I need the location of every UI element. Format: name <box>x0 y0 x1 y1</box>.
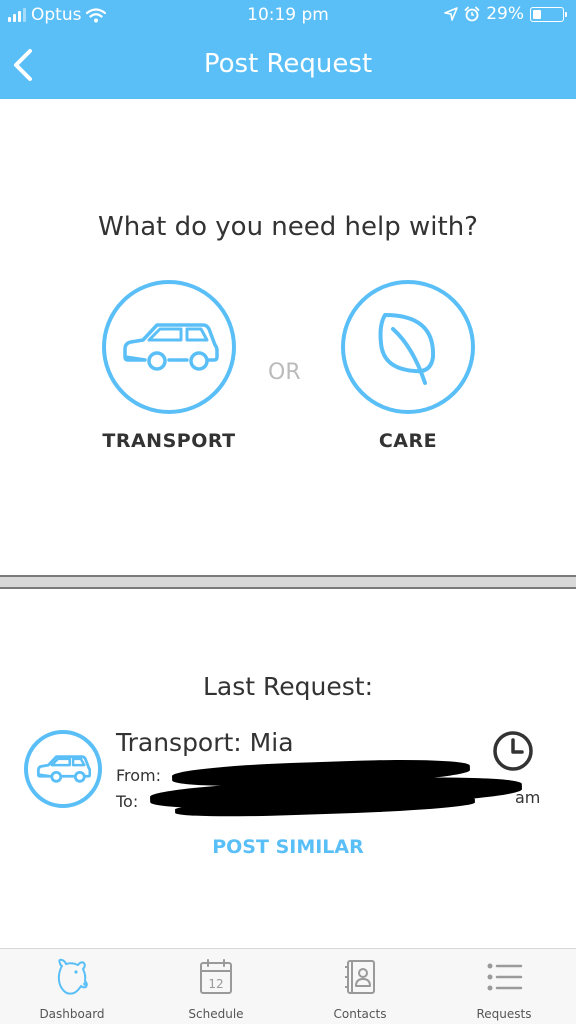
transport-label: TRANSPORT <box>102 430 236 452</box>
car-icon <box>123 323 219 371</box>
calendar-icon: 12 <box>200 959 232 994</box>
battery-percent: 29% <box>486 4 524 24</box>
battery-level <box>533 9 541 19</box>
contacts-book-icon <box>345 960 375 994</box>
tab-schedule-label: Schedule <box>188 1007 244 1021</box>
tab-schedule[interactable]: 12 Schedule <box>144 949 288 1024</box>
last-request-from-label: From: <box>116 766 162 785</box>
transport-option[interactable]: TRANSPORT <box>79 280 259 452</box>
page-title: Post Request <box>203 49 373 79</box>
nav-bar: Post Request <box>0 32 576 99</box>
last-request-transport-icon <box>24 730 102 808</box>
post-similar-button[interactable]: POST SIMILAR <box>0 836 576 858</box>
tab-contacts[interactable]: Contacts <box>288 949 432 1024</box>
tab-requests-label: Requests <box>476 1007 532 1021</box>
alarm-icon <box>464 6 480 22</box>
list-icon <box>487 963 523 991</box>
tab-requests[interactable]: Requests <box>432 949 576 1024</box>
care-option[interactable]: CARE <box>318 280 498 452</box>
battery-icon <box>530 6 567 22</box>
help-question: What do you need help with? <box>98 212 478 242</box>
care-circle <box>341 280 475 414</box>
clock-icon <box>493 731 533 771</box>
calendar-date: 12 <box>208 977 223 991</box>
tab-contacts-label: Contacts <box>333 1007 387 1021</box>
transport-circle <box>102 280 236 414</box>
or-separator: OR <box>268 360 301 385</box>
bear-icon <box>57 958 88 995</box>
status-right: 29% <box>444 4 567 24</box>
care-label: CARE <box>378 430 438 452</box>
leaf-icon <box>378 313 436 385</box>
location-arrow-icon <box>444 7 459 21</box>
status-bar: Optus 10:19 pm 29% <box>0 0 576 32</box>
section-divider <box>0 575 576 589</box>
last-request-to-label: To: <box>116 792 139 811</box>
tab-dashboard-label: Dashboard <box>39 1007 105 1021</box>
car-icon <box>36 755 91 783</box>
last-request-title: Transport: Mia <box>116 728 294 757</box>
tab-dashboard[interactable]: Dashboard <box>0 949 144 1024</box>
tab-bar: Dashboard 12 Schedule Contacts Requests <box>0 948 576 1024</box>
last-request-heading: Last Request: <box>203 672 373 701</box>
